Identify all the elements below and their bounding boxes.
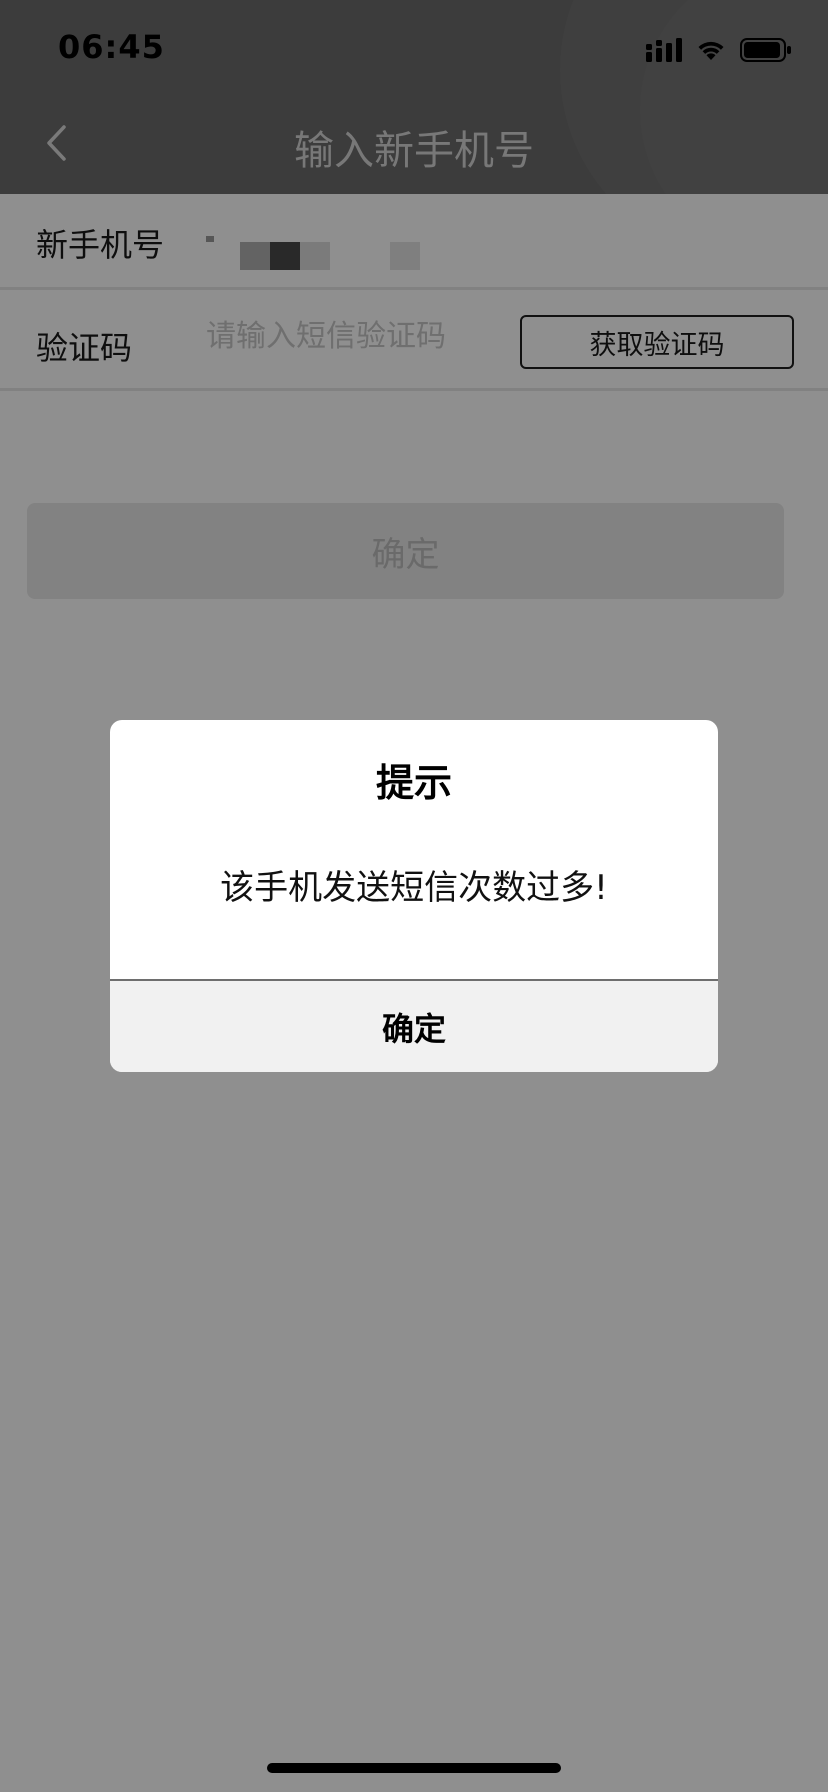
dialog-message: 该手机发送短信次数过多! <box>220 868 608 908</box>
home-indicator[interactable] <box>267 1763 561 1773</box>
app-screen: 06:45 输入新手机号 新手机号 验证码 请输入短信验证码 获取验证码 确定 … <box>0 0 828 1792</box>
alert-dialog: 提示 该手机发送短信次数过多! 确定 <box>110 720 718 1072</box>
dialog-confirm-button[interactable]: 确定 <box>110 981 718 1072</box>
dialog-title: 提示 <box>375 761 452 805</box>
